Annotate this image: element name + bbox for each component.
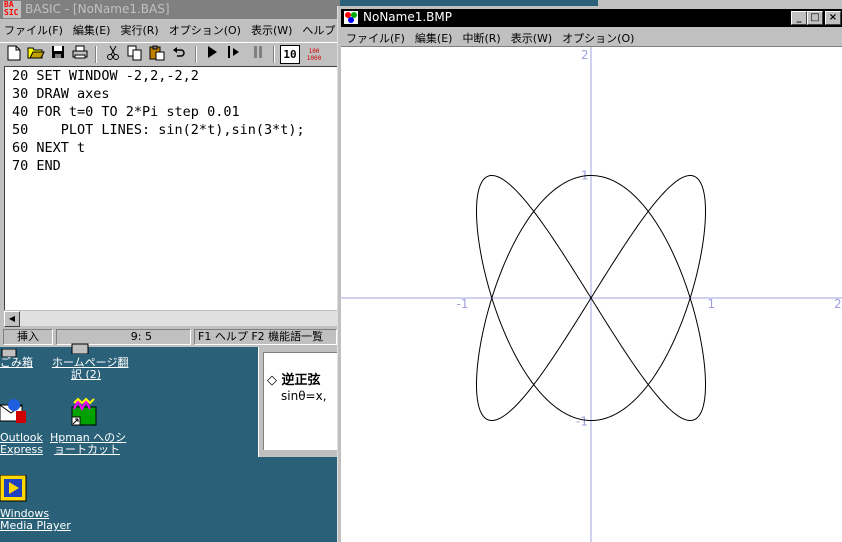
function-key-hint: F1 ヘルプ F2 機能語一覧 — [194, 329, 337, 345]
scroll-left-arrow-icon[interactable]: ◀ — [4, 311, 20, 327]
menu-run[interactable]: 実行(R) — [115, 19, 163, 38]
menu-options[interactable]: オプション(O) — [164, 19, 246, 38]
basic-menu-bar: ファイル(F) 編集(E) 実行(R) オプション(O) 表示(W) ヘルプ — [0, 19, 340, 38]
label-line: 訳 (2) — [70, 368, 102, 381]
bmp-app-icon — [343, 10, 359, 25]
label-line: ョートカット — [54, 443, 120, 456]
toolbar-separator — [95, 46, 97, 63]
code-line: 70 END — [12, 158, 61, 174]
tick-label-x-2: 2 — [834, 297, 842, 311]
basic-app-icon: BA SIC — [3, 1, 21, 18]
menu-view[interactable]: 表示(W) — [246, 19, 297, 38]
homepage-translate-icon[interactable] — [70, 342, 90, 355]
label-line: Media Player — [0, 519, 71, 532]
tick-label-x-neg1: -1 — [457, 297, 469, 311]
bmp-output-window: NoName1.BMP _ □ × ファイル(F) 編集(E) 中断(R) 表示(W)… — [337, 6, 842, 542]
help-formula: sinθ=x, — [281, 389, 327, 403]
new-icon[interactable] — [4, 45, 24, 64]
menu-file[interactable]: ファイル(F) — [341, 27, 410, 46]
windows-media-player-label[interactable]: Windows Media Player — [0, 508, 71, 532]
run-icon[interactable] — [202, 45, 222, 64]
menu-edit[interactable]: 編集(E) — [410, 27, 458, 46]
label-line: Express — [0, 443, 43, 456]
copy-icon[interactable] — [125, 45, 145, 64]
maximize-button[interactable]: □ — [807, 11, 823, 25]
recycle-bin-icon[interactable] — [0, 347, 20, 358]
menu-view[interactable]: 表示(W) — [506, 27, 557, 46]
hpman-shortcut-label[interactable]: Hpman へのシ ョートカット — [50, 432, 126, 456]
renumber-icon-label: 100 1000 — [306, 48, 322, 62]
tick-label-x-1: 1 — [708, 297, 716, 311]
basic-title-bar[interactable]: BA SIC BASIC - [NoName1.BAS] — [0, 0, 340, 19]
menu-break[interactable]: 中断(R) — [457, 27, 505, 46]
paste-icon[interactable] — [147, 45, 167, 64]
toolbar-separator — [195, 46, 197, 63]
menu-help[interactable]: ヘルプ — [297, 19, 340, 38]
hpman-icon[interactable] — [70, 397, 102, 427]
basic-window-title: BASIC - [NoName1.BAS] — [25, 2, 170, 16]
tick-label-y-neg1: -1 — [576, 415, 588, 429]
code-editor[interactable]: 20 SET WINDOW -2,2,-2,2 30 DRAW axes 40 FO… — [4, 66, 340, 310]
plot-svg: 2 1 -1 -1 1 2 — [341, 47, 842, 542]
code-line: 30 DRAW axes — [12, 86, 110, 102]
undo-icon[interactable] — [169, 45, 189, 64]
save-icon[interactable] — [48, 45, 68, 64]
status-bar: 挿入 9: 5 F1 ヘルプ F2 機能語一覧 — [0, 328, 340, 347]
menu-edit[interactable]: 編集(E) — [68, 19, 116, 38]
print-icon[interactable] — [70, 45, 90, 64]
basic-editor-window: BA SIC BASIC - [NoName1.BAS] ファイル(F) 編集(E)… — [0, 0, 340, 347]
bmp-menu-bar: ファイル(F) 編集(E) 中断(R) 表示(W) オプション(O) — [341, 27, 842, 46]
menu-options[interactable]: オプション(O) — [557, 27, 639, 46]
code-line: 40 FOR t=0 TO 2*Pi step 0.01 — [12, 104, 240, 120]
renumber-icon[interactable]: 100 1000 — [304, 45, 324, 64]
number-icon[interactable]: 10 — [280, 45, 300, 64]
bmp-window-title: NoName1.BMP — [363, 10, 452, 24]
minimize-button[interactable]: _ — [791, 11, 807, 25]
help-heading: ◇ 逆正弦 — [267, 373, 321, 388]
horizontal-scrollbar[interactable]: ◀ — [4, 310, 340, 327]
help-window[interactable]: ◇ 逆正弦 sinθ=x, — [258, 347, 341, 457]
code-line: 60 NEXT t — [12, 140, 86, 156]
tick-label-y-2: 2 — [581, 48, 589, 62]
code-line: 50 PLOT LINES: sin(2*t),sin(3*t); — [12, 122, 305, 138]
menu-file[interactable]: ファイル(F) — [0, 19, 68, 38]
bmp-title-bar[interactable]: NoName1.BMP _ □ × — [341, 9, 842, 27]
open-icon[interactable] — [26, 45, 46, 64]
basic-toolbar: 10 100 1000 — [0, 42, 340, 66]
pause-icon[interactable] — [248, 45, 268, 64]
close-button[interactable]: × — [825, 11, 841, 25]
step-icon[interactable] — [224, 45, 244, 64]
insert-mode-indicator: 挿入 — [3, 329, 53, 345]
cut-icon[interactable] — [103, 45, 123, 64]
recycle-bin-label[interactable]: ごみ箱 — [0, 357, 33, 369]
outlook-express-icon[interactable] — [0, 397, 28, 427]
code-line: 20 SET WINDOW -2,2,-2,2 — [12, 68, 199, 84]
windows-media-player-icon[interactable] — [0, 474, 28, 505]
homepage-translate-label[interactable]: ホームページ翻訳 (2) — [52, 357, 128, 381]
graphics-canvas[interactable]: 2 1 -1 -1 1 2 — [341, 46, 842, 542]
number-icon-label: 10 — [283, 48, 297, 61]
outlook-express-label[interactable]: Outlook Express — [0, 432, 43, 456]
toolbar-separator — [273, 46, 275, 63]
